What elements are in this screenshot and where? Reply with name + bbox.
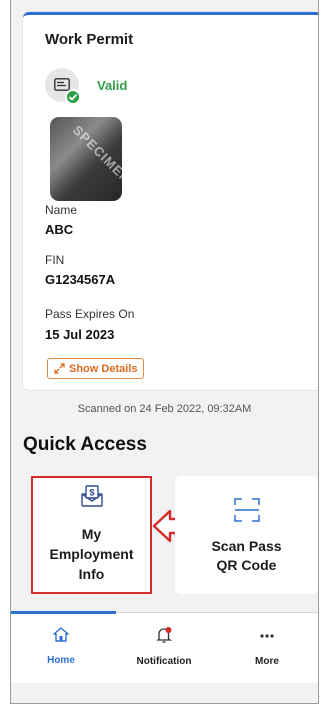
envelope-dollar-icon: $ bbox=[80, 485, 103, 507]
home-icon bbox=[53, 627, 69, 642]
scanned-timestamp: Scanned on 24 Feb 2022, 09:32AM bbox=[77, 403, 252, 415]
show-details-label: Show Details bbox=[69, 362, 138, 375]
tab-home[interactable]: Home bbox=[11, 627, 111, 666]
name-value: ABC bbox=[45, 222, 74, 237]
tile-label-line2: QR Code bbox=[216, 557, 277, 573]
fin-value: G1234567A bbox=[45, 272, 116, 287]
bottom-tab-bar: Home Notification More bbox=[11, 611, 318, 683]
svg-text:$: $ bbox=[89, 488, 94, 498]
tab-notification-label: Notification bbox=[136, 656, 192, 667]
permit-status-icon bbox=[45, 68, 81, 105]
tab-notification[interactable]: Notification bbox=[114, 627, 214, 667]
tile-label-line1: My bbox=[81, 526, 102, 542]
scan-pass-qr-tile[interactable]: Scan Pass QR Code bbox=[175, 476, 318, 594]
check-icon bbox=[65, 89, 81, 105]
name-label: Name bbox=[45, 203, 78, 217]
tab-more[interactable]: More bbox=[217, 627, 317, 667]
card-title: Work Permit bbox=[45, 31, 134, 48]
tab-more-label: More bbox=[255, 656, 279, 667]
status-badge: Valid bbox=[97, 78, 128, 93]
expand-icon bbox=[54, 363, 65, 374]
expiry-label: Pass Expires On bbox=[45, 307, 135, 321]
work-permit-card: Work Permit Valid SPECIMEN Name ABC FIN … bbox=[23, 12, 318, 390]
bell-icon bbox=[156, 627, 173, 643]
app-screen: Work Permit Valid SPECIMEN Name ABC FIN … bbox=[10, 0, 319, 704]
tile-label-line3: Info bbox=[78, 566, 105, 582]
tab-home-label: Home bbox=[47, 655, 75, 666]
show-details-button[interactable]: Show Details bbox=[47, 358, 145, 379]
fin-label: FIN bbox=[45, 253, 65, 267]
my-employment-info-tile[interactable]: $ My Employment Info bbox=[31, 476, 152, 594]
id-card-icon bbox=[54, 78, 70, 91]
tile-label-line1: Scan Pass bbox=[211, 538, 282, 554]
photo-watermark: SPECIMEN bbox=[69, 122, 122, 187]
holder-photo: SPECIMEN bbox=[50, 117, 122, 201]
more-icon bbox=[260, 634, 274, 638]
active-tab-indicator bbox=[11, 611, 116, 614]
quick-access-title: Quick Access bbox=[23, 434, 147, 455]
qr-scan-icon bbox=[233, 498, 260, 522]
expiry-value: 15 Jul 2023 bbox=[45, 327, 115, 342]
tile-label-line2: Employment bbox=[49, 546, 134, 562]
